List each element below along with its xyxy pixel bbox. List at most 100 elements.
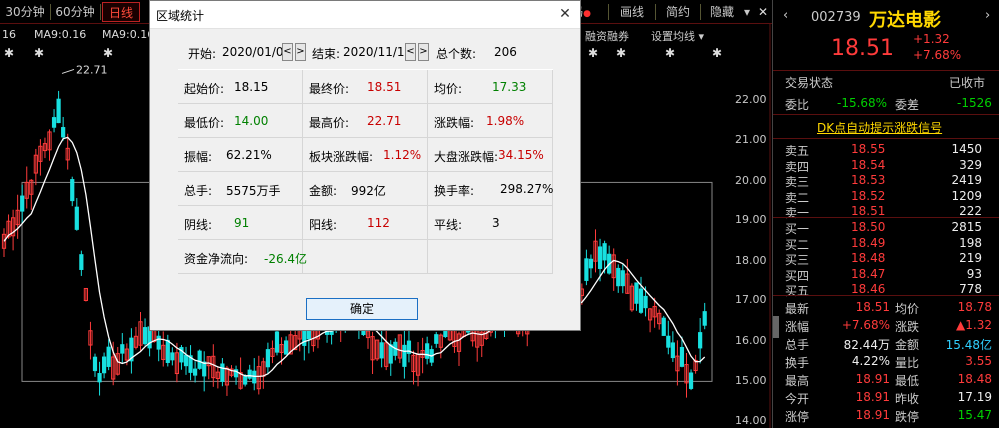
- order-price: 18.46: [851, 282, 886, 296]
- quote-label: 最新: [785, 302, 810, 316]
- quote-row: 换手 4.22% 量比 3.55: [773, 354, 999, 370]
- end-date: 2020/11/10: [343, 45, 413, 59]
- order-volume: 198: [959, 235, 982, 250]
- weibi-row: 委比 -15.68% 委差 -1526: [773, 96, 999, 112]
- quote-label: 涨跌: [895, 320, 920, 334]
- order-price: 18.51: [851, 204, 886, 218]
- stat-value: 62.21%: [226, 148, 272, 162]
- y-axis-label: 20.00: [735, 174, 767, 187]
- stat-label: 阳线:: [309, 218, 338, 232]
- order-row[interactable]: 买一 18.50 2815: [773, 220, 999, 236]
- candle-body: [602, 243, 607, 261]
- order-row[interactable]: 卖五 18.55 1450: [773, 142, 999, 158]
- candle-body: [702, 311, 707, 326]
- order-label: 买二: [785, 237, 810, 252]
- stat-value: 112: [367, 216, 390, 230]
- order-row[interactable]: 卖二 18.52 1209: [773, 189, 999, 205]
- stock-name: 万达电影: [869, 10, 941, 31]
- order-volume: 1450: [951, 142, 982, 156]
- divider: [773, 70, 999, 71]
- forward-arrow-icon[interactable]: ›: [985, 8, 990, 23]
- weibi-value: -15.68%: [837, 96, 888, 110]
- order-row[interactable]: 买二 18.49 198: [773, 235, 999, 252]
- stat-label: 总手:: [184, 184, 213, 198]
- quote-value: 15.47: [957, 408, 992, 422]
- candle-body: [106, 346, 111, 367]
- back-arrow-icon[interactable]: ‹: [783, 8, 788, 23]
- candle-body: [51, 117, 57, 128]
- stats-grid: 起始价: 18.15 最终价: 18.51 均价: 17.33 最低价: 14.00 最高价: 2…: [178, 69, 553, 274]
- kline-chart-area[interactable]: 30分钟 60分钟 日线 筹码● 画线 简约 隐藏 ▾ ✕ 16 MA9:0.1…: [0, 0, 772, 428]
- quote-row: 今开 18.91 昨收 17.19: [773, 390, 999, 406]
- candle-body: [284, 340, 289, 355]
- stat-label: 最高价:: [309, 116, 350, 130]
- stat-cell: 阳线: 112: [303, 206, 428, 240]
- stat-label: 金额:: [309, 184, 338, 198]
- candle-body: [379, 342, 384, 359]
- order-price: 18.54: [851, 157, 886, 172]
- weicha-label: 委差: [895, 98, 920, 112]
- y-axis-label: 17.00: [735, 293, 767, 306]
- close-icon[interactable]: ✕: [550, 1, 580, 27]
- order-price: 18.50: [851, 220, 886, 234]
- end-next-button[interactable]: >: [418, 43, 429, 61]
- candle-body: [425, 343, 430, 359]
- candle-body: [220, 363, 225, 382]
- stat-cell: 阴线: 91: [178, 206, 303, 240]
- order-price: 18.53: [851, 173, 886, 187]
- signal-row: DK点自动提示涨跌信号: [773, 119, 999, 135]
- total-value: 206: [494, 45, 517, 59]
- stat-value: 1.98%: [486, 114, 525, 128]
- order-volume: 778: [959, 282, 982, 296]
- stat-label: 涨跌幅:: [434, 116, 475, 130]
- ok-button[interactable]: 确定: [306, 298, 418, 320]
- order-label: 卖二: [785, 190, 810, 205]
- signal-link[interactable]: DK点自动提示涨跌信号: [817, 119, 942, 136]
- candle-body: [61, 127, 66, 138]
- dialog-titlebar[interactable]: 区域统计 ✕: [150, 1, 580, 29]
- quote-label: 今开: [785, 392, 810, 406]
- order-row[interactable]: 买三 18.48 219: [773, 251, 999, 267]
- order-row[interactable]: 买五 18.46 778: [773, 282, 999, 298]
- quote-label: 涨幅: [785, 320, 810, 334]
- candle-body: [620, 270, 625, 287]
- order-row[interactable]: 卖一 18.51 222: [773, 204, 999, 220]
- stat-cell: 起始价: 18.15: [178, 70, 303, 104]
- y-axis-label: 18.00: [735, 254, 767, 267]
- order-label: 买一: [785, 222, 810, 236]
- order-row[interactable]: 买四 18.47 93: [773, 267, 999, 283]
- panel-splitter[interactable]: [773, 316, 779, 338]
- quote-label: 换手: [785, 356, 810, 370]
- quote-value: 3.55: [965, 354, 992, 368]
- candle-body: [193, 368, 198, 376]
- candle-body: [79, 254, 84, 270]
- start-prev-button[interactable]: <: [282, 43, 293, 61]
- stat-cell: 最低价: 14.00: [178, 104, 303, 138]
- end-prev-button[interactable]: <: [405, 43, 416, 61]
- quote-label: 跌停: [895, 410, 920, 424]
- weibi-label: 委比: [785, 98, 810, 112]
- candle-body: [634, 282, 639, 304]
- order-row[interactable]: 卖三 18.53 2419: [773, 173, 999, 189]
- order-label: 卖三: [785, 175, 810, 189]
- candle-body: [698, 332, 703, 349]
- candle-body: [183, 354, 189, 367]
- stat-label: 换手率:: [434, 184, 475, 198]
- stock-header: ‹ 002739 万达电影 ›: [773, 6, 999, 31]
- stat-cell-empty: [303, 240, 428, 274]
- order-row[interactable]: 卖四 18.54 329: [773, 157, 999, 174]
- stat-cell: 板块涨跌幅: 1.12%: [303, 138, 428, 172]
- start-next-button[interactable]: >: [295, 43, 306, 61]
- stat-value: 3: [492, 216, 500, 230]
- stat-label: 起始价:: [184, 82, 225, 96]
- price-change: +1.32: [913, 32, 950, 46]
- stat-value: 22.71: [367, 114, 402, 128]
- candle-body: [402, 344, 407, 367]
- quote-value: ▲1.32: [956, 318, 992, 332]
- order-price: 18.49: [851, 235, 886, 250]
- divider: [773, 114, 999, 115]
- quote-value: 82.44万: [843, 338, 890, 352]
- quote-row: 最新 18.51 均价 18.78: [773, 300, 999, 316]
- weicha-value: -1526: [957, 96, 992, 110]
- quote-label: 昨收: [895, 392, 920, 406]
